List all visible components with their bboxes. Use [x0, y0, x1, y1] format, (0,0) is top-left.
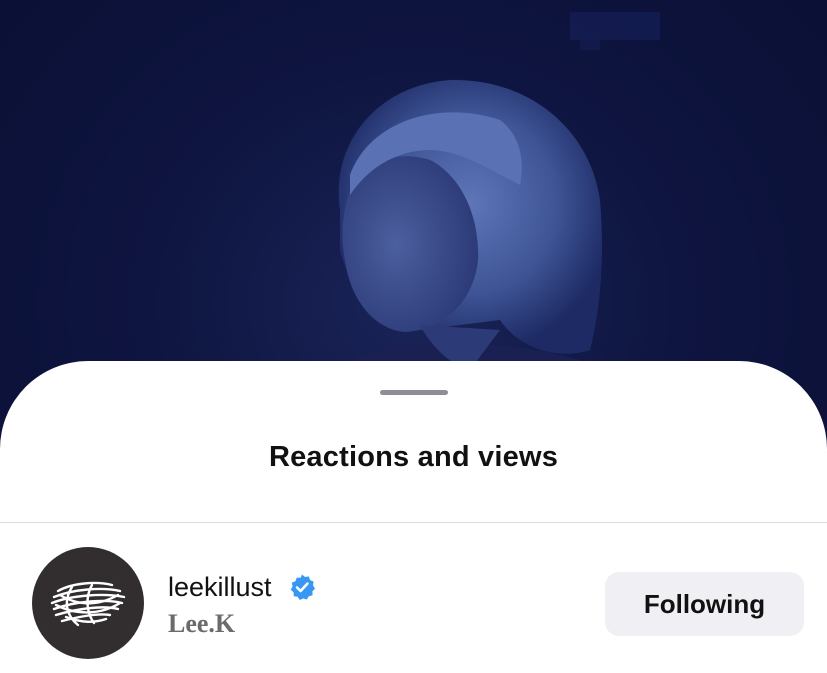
viewer-row[interactable]: leekillust Lee.K Following [0, 547, 827, 661]
reactions-bottom-sheet: Reactions and views leekillust Lee.K Fol… [0, 361, 827, 673]
divider [0, 522, 827, 523]
verified-badge-icon [290, 574, 315, 600]
scribble-logo-icon [50, 581, 126, 627]
viewer-username[interactable]: leekillust [168, 572, 272, 603]
story-viewer: Reactions and views leekillust Lee.K Fol… [0, 0, 827, 673]
avatar[interactable] [32, 547, 144, 659]
sheet-drag-handle[interactable] [380, 390, 448, 395]
sheet-title: Reactions and views [268, 441, 559, 473]
viewer-display-name: Lee.K [168, 609, 236, 638]
following-button[interactable]: Following [605, 572, 804, 636]
